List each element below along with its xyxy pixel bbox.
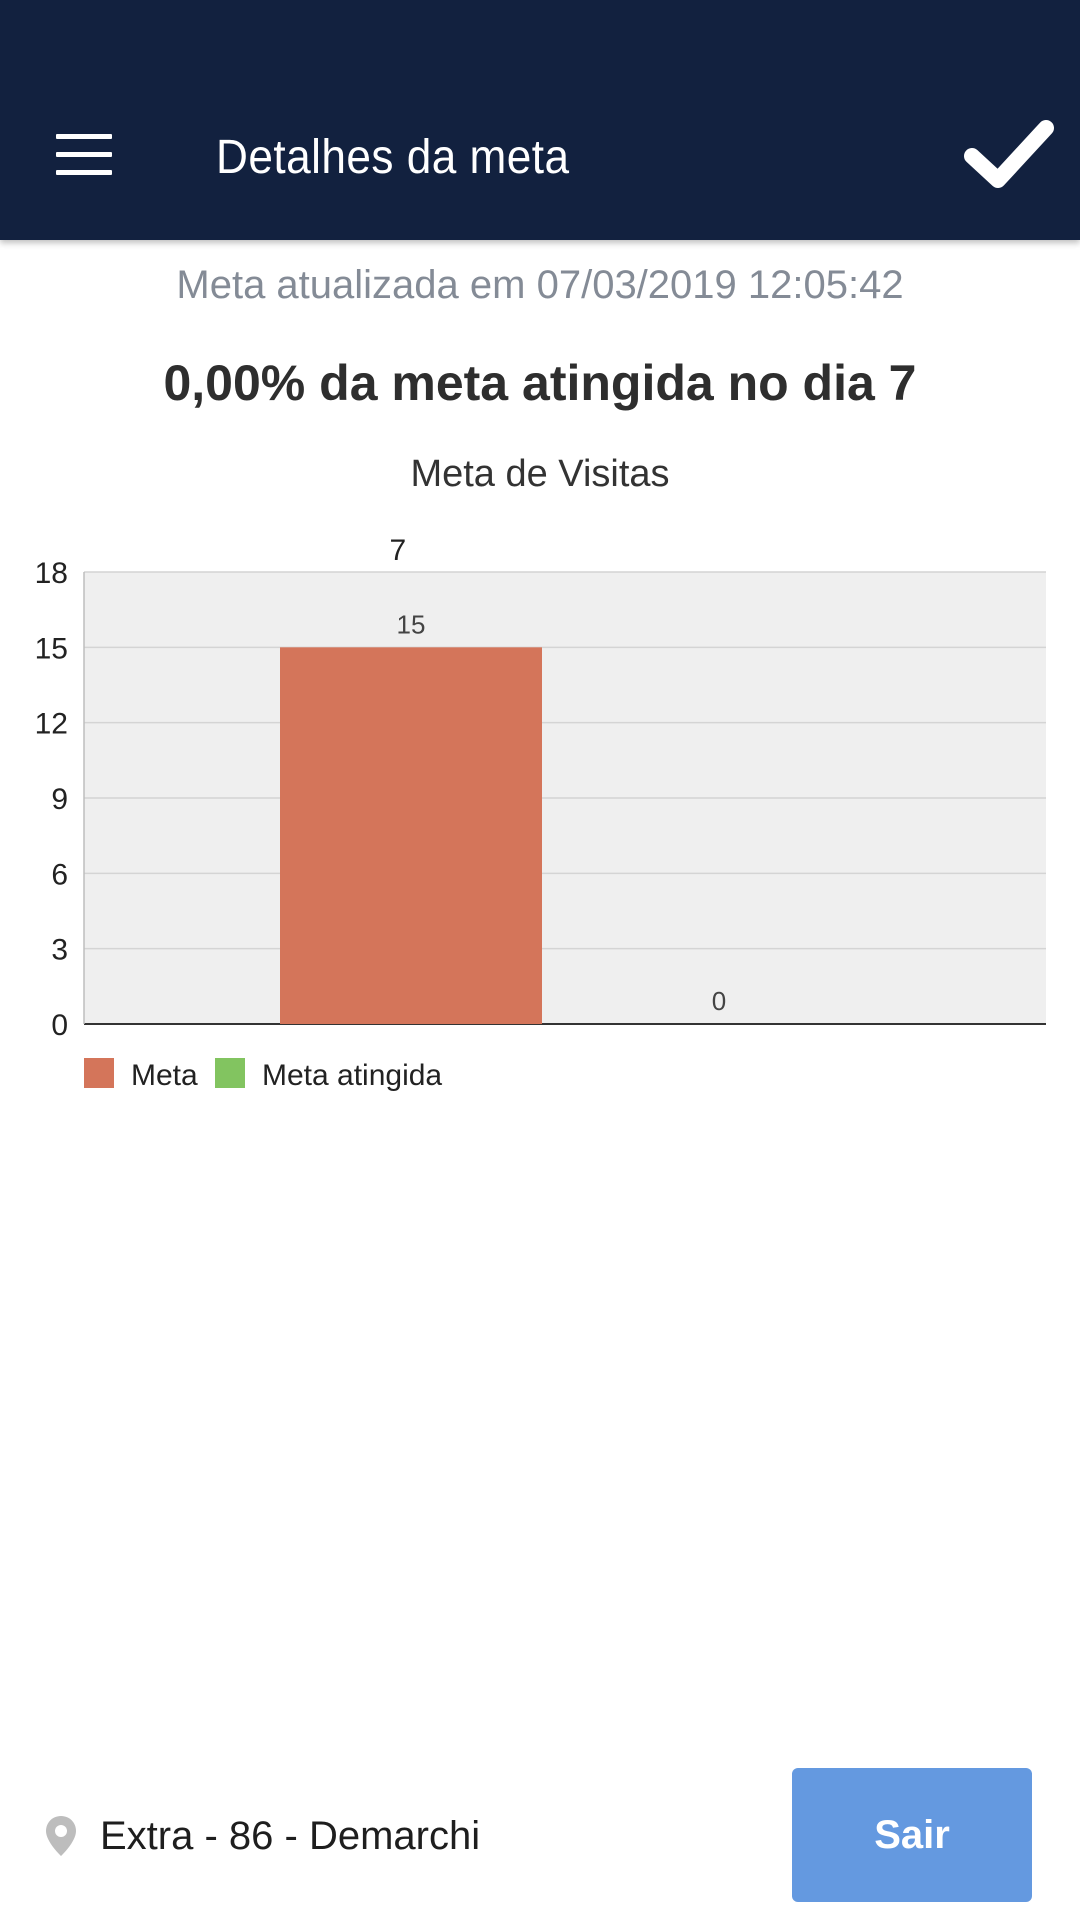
y-tick-label: 0 (51, 1009, 68, 1042)
legend-label: Meta (131, 1059, 198, 1092)
footer-bar: Extra - 86 - Demarchi Sair (0, 1760, 1080, 1902)
y-tick-label: 15 (35, 632, 68, 665)
updated-timestamp: Meta atualizada em 07/03/2019 12:05:42 (176, 263, 904, 307)
goal-chart: Meta de Visitas 0 3 6 9 12 15 18 7 15 0 Meta Meta at… (0, 440, 1080, 1120)
page-title: Detalhes da meta (216, 131, 570, 184)
chart-canvas: Meta de Visitas 0 3 6 9 12 15 18 7 15 0 Meta Meta at… (35, 453, 1046, 1092)
exit-button[interactable]: Sair (792, 1768, 1032, 1902)
legend-swatch (84, 1058, 114, 1088)
checkmark-icon[interactable] (960, 116, 1056, 196)
y-tick-label: 9 (51, 783, 68, 816)
hamburger-menu-icon[interactable] (56, 134, 112, 175)
y-tick-label: 6 (51, 858, 68, 891)
chart-title: Meta de Visitas (410, 453, 669, 495)
bar-meta (280, 647, 542, 1024)
category-label: 7 (390, 534, 407, 567)
app-header: Detalhes da meta (0, 0, 1080, 240)
map-pin-icon (44, 1814, 78, 1858)
location-label: Extra - 86 - Demarchi (100, 1814, 481, 1858)
y-tick-label: 18 (35, 557, 68, 590)
legend-label: Meta atingida (262, 1059, 442, 1092)
legend-swatch (215, 1058, 245, 1088)
data-label: 15 (397, 609, 426, 639)
goal-summary: 0,00% da meta atingida no dia 7 (163, 355, 917, 411)
data-label: 0 (712, 986, 726, 1016)
y-tick-label: 3 (51, 934, 68, 967)
y-tick-label: 12 (35, 708, 68, 741)
